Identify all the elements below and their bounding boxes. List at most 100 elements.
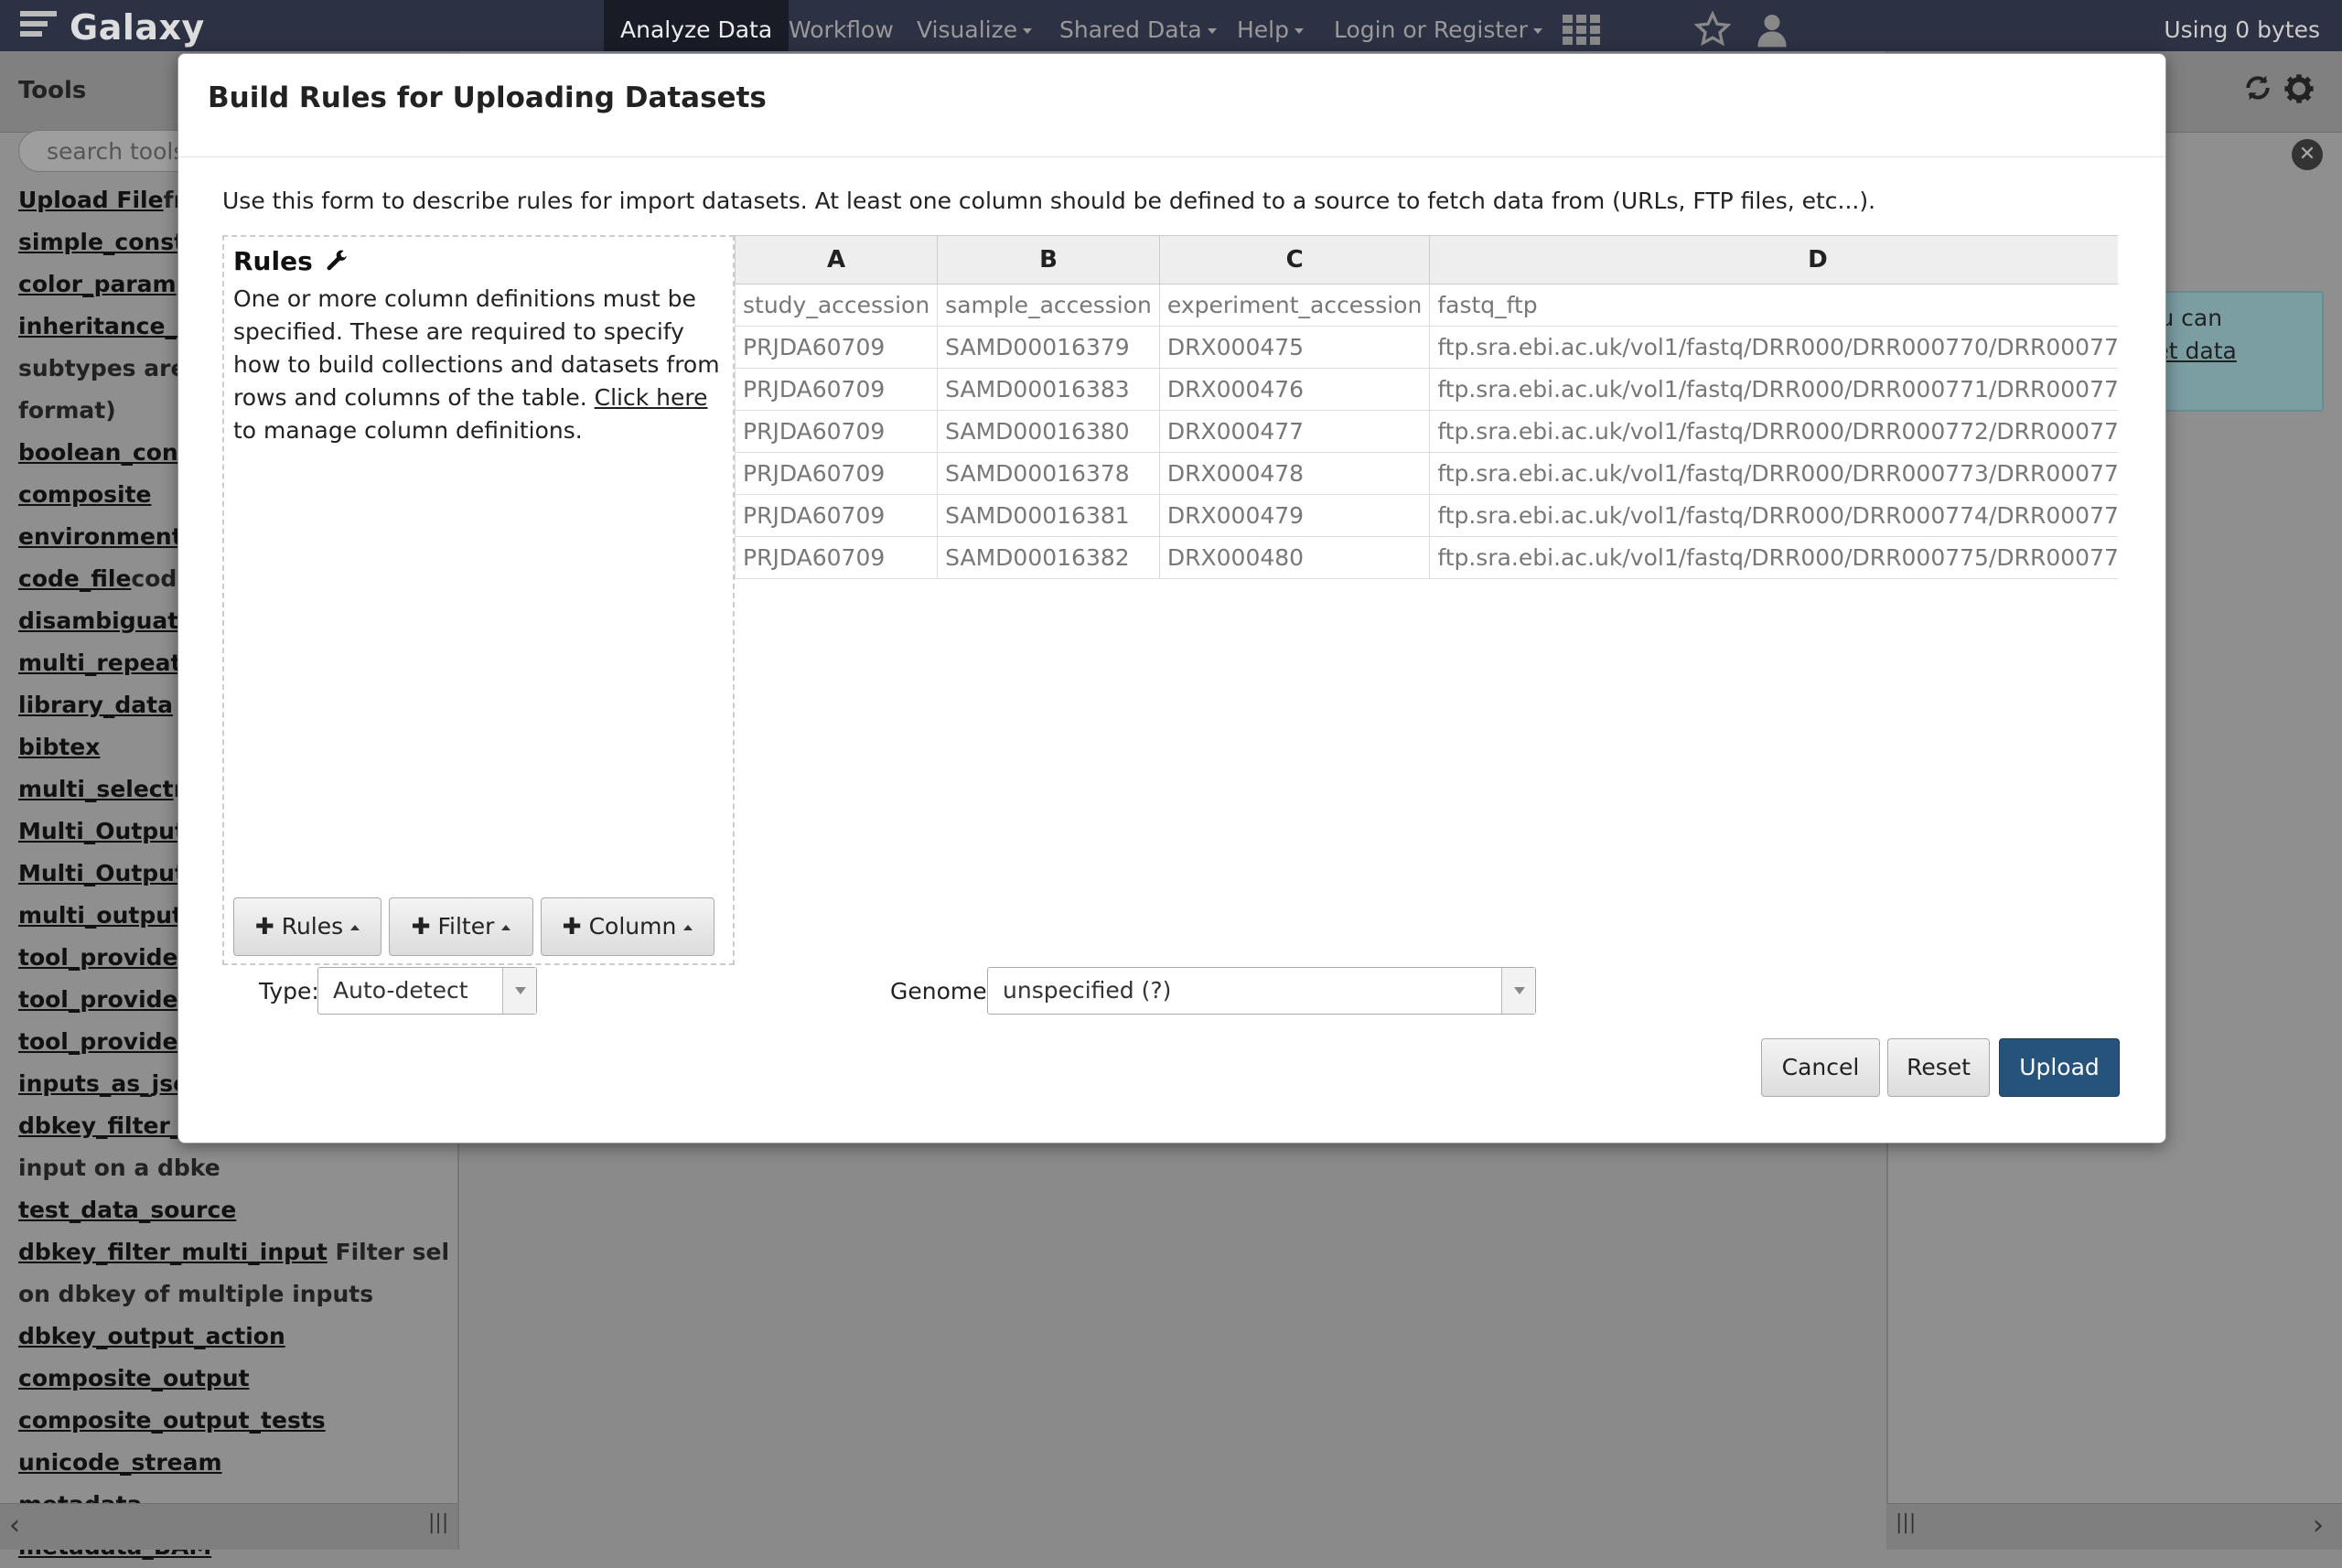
nav-help-label: Help xyxy=(1237,16,1289,43)
top-navbar: Galaxy Analyze Data Workflow Visualize S… xyxy=(0,0,2342,51)
table-cell: ftp.sra.ebi.ac.uk/vol1/fastq/DRR000/DRR0… xyxy=(1429,326,2118,369)
table-cell: SAMD00016379 xyxy=(937,326,1160,369)
tool-link[interactable]: dbkey_output_action xyxy=(18,1323,285,1349)
add-rules-button[interactable]: ✚ Rules xyxy=(233,897,381,956)
chevron-down-icon xyxy=(1532,28,1542,34)
dropdown-arrow-icon[interactable] xyxy=(502,968,536,1014)
table-cell: ftp.sra.ebi.ac.uk/vol1/fastq/DRR000/DRR0… xyxy=(1429,494,2118,537)
reset-button[interactable]: Reset xyxy=(1887,1038,1990,1097)
table-body: study_accession sample_accession experimen… xyxy=(735,284,2118,579)
galaxy-logo[interactable]: Galaxy xyxy=(20,7,205,48)
tool-list-item[interactable]: unicode_stream xyxy=(18,1442,448,1484)
table-cell: PRJDA60709 xyxy=(735,326,939,369)
table-header-row: study_accession sample_accession experimen… xyxy=(735,284,2118,327)
table-cell: ftp.sra.ebi.ac.uk/vol1/fastq/DRR000/DRR0… xyxy=(1429,536,2118,579)
nav-login-register[interactable]: Login or Register xyxy=(1334,0,1542,51)
tool-list-item: input on a dbke xyxy=(18,1147,448,1189)
tool-link[interactable]: Multi_Output_ xyxy=(18,860,197,886)
tool-link[interactable]: Multi_Output xyxy=(18,818,186,844)
tool-link[interactable]: library_data xyxy=(18,692,173,718)
nav-workflow[interactable]: Workflow xyxy=(789,0,894,51)
tool-list-item[interactable]: composite_output_tests xyxy=(18,1400,448,1442)
rule-builder-modal: Build Rules for Uploading Datasets Use t… xyxy=(177,53,2166,1144)
nav-analyze-data[interactable]: Analyze Data xyxy=(604,0,790,51)
history-panel-scrollbar[interactable]: ||| › xyxy=(1886,1503,2342,1550)
tool-list-item[interactable]: composite_output xyxy=(18,1358,448,1400)
nav-login-label: Login or Register xyxy=(1334,16,1528,43)
rules-heading: Rules xyxy=(233,246,349,276)
chevron-down-icon xyxy=(1295,28,1304,34)
caret-up-icon xyxy=(501,925,511,930)
tool-link[interactable]: multi_select xyxy=(18,776,174,802)
column-letter-d[interactable]: D xyxy=(1429,235,2118,285)
tool-list-item[interactable]: dbkey_filter_multi_input Filter select xyxy=(18,1231,448,1273)
drag-handle-icon[interactable]: ||| xyxy=(1896,1511,1916,1534)
table-cell: DRX000475 xyxy=(1158,326,1431,369)
table-header-cell: experiment_accession xyxy=(1158,284,1431,327)
table-row: PRJDA60709 SAMD00016382 DRX000480 ftp.sra.e… xyxy=(735,536,2118,579)
tool-link[interactable]: color_param xyxy=(18,271,177,297)
table-cell: ftp.sra.ebi.ac.uk/vol1/fastq/DRR000/DRR0… xyxy=(1429,368,2118,411)
tool-link[interactable]: simple_constr xyxy=(18,229,196,255)
tool-link[interactable]: composite_output_tests xyxy=(18,1407,326,1434)
click-here-link[interactable]: Click here xyxy=(595,384,708,411)
chevron-down-icon xyxy=(1207,28,1217,34)
tool-link[interactable]: code_file xyxy=(18,565,131,592)
table-row: PRJDA60709 SAMD00016378 DRX000478 ftp.sra.e… xyxy=(735,452,2118,495)
tool-link[interactable]: composite_output xyxy=(18,1365,250,1391)
tool-panel-scrollbar[interactable]: ‹ ||| xyxy=(0,1503,457,1550)
nav-shared-data-label: Shared Data xyxy=(1059,16,1202,43)
upload-button[interactable]: Upload xyxy=(1999,1038,2120,1097)
add-column-button[interactable]: ✚ Column xyxy=(541,897,714,956)
star-icon[interactable] xyxy=(1694,11,1731,48)
refresh-icon[interactable] xyxy=(2243,73,2272,102)
type-select[interactable]: Auto-detect xyxy=(317,967,537,1015)
nav-help[interactable]: Help xyxy=(1237,0,1304,51)
tool-link[interactable]: bibtex xyxy=(18,734,100,760)
genome-select-value: unspecified (?) xyxy=(1003,977,1172,1004)
table-cell: PRJDA60709 xyxy=(735,410,939,453)
genome-select[interactable]: unspecified (?) xyxy=(987,967,1536,1015)
tool-link[interactable]: dbkey_filter_multi_input xyxy=(18,1239,328,1265)
table-cell: DRX000480 xyxy=(1158,536,1431,579)
table-header-cell: fastq_ftp xyxy=(1429,284,2118,327)
column-letter-c[interactable]: C xyxy=(1158,235,1431,285)
table-cell: PRJDA60709 xyxy=(735,536,939,579)
nav-shared-data[interactable]: Shared Data xyxy=(1059,0,1217,51)
tool-link[interactable]: multi_repeats xyxy=(18,650,195,676)
clear-search-icon[interactable]: ✕ xyxy=(2292,139,2323,170)
tool-list-item[interactable]: dbkey_output_action xyxy=(18,1316,448,1358)
tool-link[interactable]: unicode_stream xyxy=(18,1449,222,1476)
column-letter-a[interactable]: A xyxy=(735,235,939,285)
column-letter-b[interactable]: B xyxy=(937,235,1160,285)
add-filter-button[interactable]: ✚ Filter xyxy=(389,897,533,956)
nav-visualize[interactable]: Visualize xyxy=(917,0,1033,51)
table-row: PRJDA60709 SAMD00016383 DRX000476 ftp.sra.e… xyxy=(735,368,2118,411)
chevron-right-icon[interactable]: › xyxy=(2313,1509,2324,1541)
apps-grid-icon[interactable] xyxy=(1563,15,1601,46)
table-cell: SAMD00016380 xyxy=(937,410,1160,453)
user-icon[interactable] xyxy=(1756,13,1788,48)
dropdown-arrow-icon[interactable] xyxy=(1501,968,1535,1014)
type-label: Type: xyxy=(259,978,319,1004)
table-cell: SAMD00016381 xyxy=(937,494,1160,537)
chevron-left-icon[interactable]: ‹ xyxy=(9,1509,20,1541)
cancel-button[interactable]: Cancel xyxy=(1761,1038,1880,1097)
drag-handle-icon[interactable]: ||| xyxy=(428,1511,448,1534)
table-cell: DRX000477 xyxy=(1158,410,1431,453)
tool-link[interactable]: composite xyxy=(18,481,151,508)
modal-intro-text: Use this form to describe rules for impo… xyxy=(222,188,1876,214)
tool-link[interactable]: boolean_condi xyxy=(18,439,202,466)
tool-list-item[interactable]: test_data_source xyxy=(18,1189,448,1231)
table-cell: PRJDA60709 xyxy=(735,494,939,537)
wrench-icon[interactable] xyxy=(326,250,349,274)
rule-data-table: A B C D study_accession sample_accession e… xyxy=(735,235,2118,628)
tool-link[interactable]: inheritance_si xyxy=(18,313,198,339)
tool-link[interactable]: test_data_source xyxy=(18,1197,236,1223)
gear-icon[interactable] xyxy=(2283,73,2315,104)
tool-list-item: on dbkey of multiple inputs xyxy=(18,1273,448,1316)
tool-link[interactable]: Upload File xyxy=(18,187,164,213)
rules-heading-label: Rules xyxy=(233,246,313,276)
table-header-cell: study_accession xyxy=(735,284,939,327)
table-cell: DRX000476 xyxy=(1158,368,1431,411)
